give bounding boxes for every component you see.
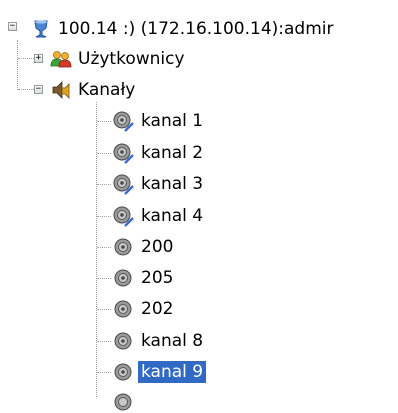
tree-line-channel (97, 278, 111, 279)
tree-line-channels-children (96, 102, 97, 397)
channel-item-label: kanal 2 (141, 143, 204, 163)
tree-line-channel (97, 247, 111, 248)
channel-item[interactable]: kanal 2 (112, 140, 206, 166)
tree-line-channel (97, 121, 111, 122)
channel-item-label: kanal 3 (141, 174, 204, 194)
channel-item-label: kanal 1 (141, 111, 204, 131)
speaker-muted-icon (113, 111, 134, 132)
speaker-icon (114, 238, 132, 256)
channel-item-label: 202 (141, 299, 174, 319)
server-icon (34, 20, 48, 38)
channel-item-label: kanal 8 (141, 331, 204, 351)
channels-collapse-toggle[interactable]: − (34, 85, 43, 94)
tree-line-channel (97, 184, 111, 185)
channel-item[interactable]: kanal 3 (112, 171, 206, 197)
channel-item-label: kanal 4 (141, 206, 204, 226)
tree-node-channels[interactable]: Kanały (50, 77, 138, 103)
tree-node-server-label: 100.14 :) (172.16.100.14):admir (58, 19, 334, 39)
speaker-icon (114, 393, 132, 411)
channel-item[interactable]: 202 (112, 296, 176, 322)
tree-line-channel (97, 216, 111, 217)
channel-item-label: kanal 9 (138, 361, 207, 383)
speaker-muted-icon (113, 206, 134, 227)
channel-item-selected[interactable]: kanal 9 (112, 359, 207, 385)
speaker-icon (114, 332, 132, 350)
tree-node-users[interactable]: Użytkownicy (50, 46, 188, 72)
speaker-muted-icon (113, 143, 134, 164)
root-collapse-toggle[interactable]: − (8, 22, 17, 31)
tree-line-channel (97, 341, 111, 342)
channel-item-label: 200 (141, 237, 174, 257)
channel-item[interactable]: kanal 1 (112, 108, 206, 134)
tree-line-channel (97, 153, 111, 154)
speaker-muted-icon (113, 174, 134, 195)
speaker-icon (114, 300, 132, 318)
tree-node-users-label: Użytkownicy (78, 49, 185, 69)
tree-line-channel (97, 309, 111, 310)
speakers-icon (52, 81, 70, 99)
tree-node-server[interactable]: 100.14 :) (172.16.100.14):admir (30, 16, 337, 42)
channel-item[interactable]: 200 (112, 234, 176, 260)
channel-item[interactable]: kanal 8 (112, 328, 206, 354)
users-icon (50, 51, 72, 68)
tree-node-channels-label: Kanały (78, 80, 136, 100)
users-expand-toggle[interactable]: + (34, 54, 43, 63)
channel-item-label: 205 (141, 268, 174, 288)
speaker-icon (114, 363, 132, 381)
tree-line-channel (97, 372, 111, 373)
channel-item[interactable]: 205 (112, 265, 176, 291)
channel-item[interactable]: kanal 4 (112, 203, 206, 229)
speaker-icon (114, 269, 132, 287)
tree-line-channels (18, 89, 34, 90)
tree-line-users (18, 58, 34, 59)
tree-line-root (17, 40, 18, 90)
